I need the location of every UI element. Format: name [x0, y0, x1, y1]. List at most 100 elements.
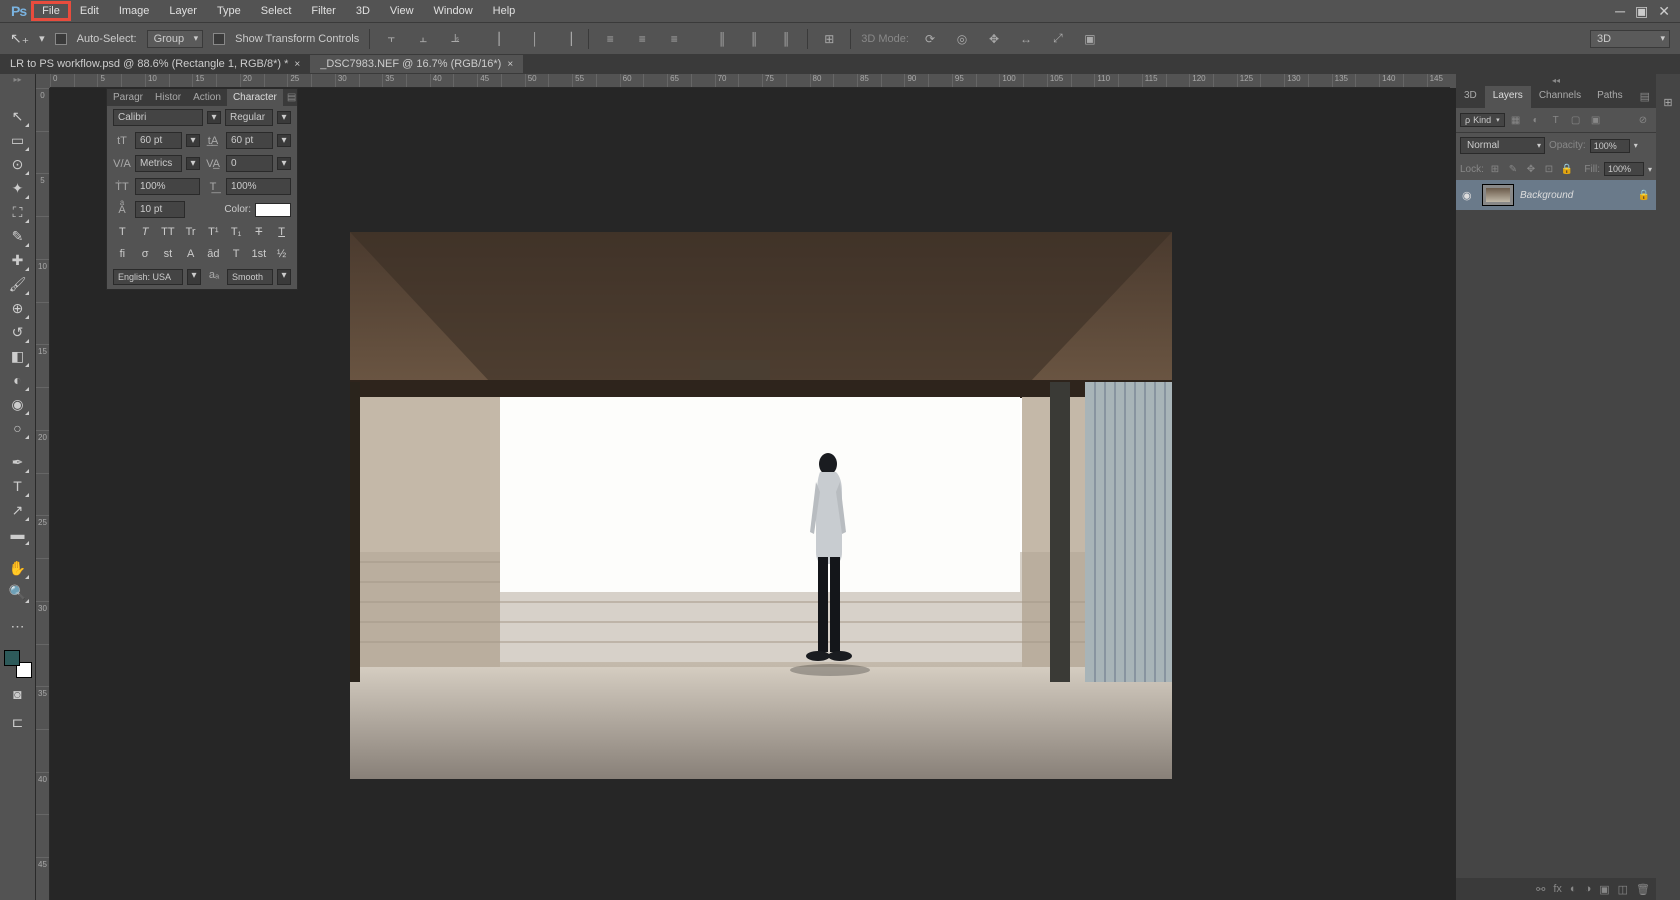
layer-thumbnail[interactable] [1482, 184, 1514, 206]
panel-menu-icon[interactable]: ▤ [1634, 86, 1656, 108]
shape-tool[interactable]: ▬ [6, 522, 30, 546]
filter-type-icon[interactable]: T [1547, 112, 1565, 128]
quick-mask-icon[interactable]: ◙ [6, 682, 30, 706]
lock-all-icon[interactable]: 🔒 [1560, 162, 1574, 176]
filter-smart-icon[interactable]: ▣ [1587, 112, 1605, 128]
move-tool[interactable]: ↖ [6, 104, 30, 128]
marquee-tool[interactable]: ▭ [6, 128, 30, 152]
close-button[interactable]: ✕ [1658, 3, 1670, 20]
tab-actions[interactable]: Action [187, 89, 227, 106]
brush-tool[interactable]: 🖌 [6, 272, 30, 296]
eraser-tool[interactable]: ◧ [6, 344, 30, 368]
hand-tool[interactable]: ✋ [6, 556, 30, 580]
edit-toolbar-icon[interactable]: ⋯ [6, 614, 30, 638]
3d-slide-icon[interactable]: ↔ [1015, 28, 1037, 50]
screen-mode-icon[interactable]: ⊏ [6, 710, 30, 734]
distribute-hcenter-icon[interactable]: ║ [743, 28, 765, 50]
type-style-btn-3[interactable]: Tr [179, 223, 202, 241]
tab-3d[interactable]: 3D [1456, 86, 1485, 108]
eyedropper-tool[interactable]: ✎ [6, 224, 30, 248]
color-swatches[interactable] [4, 650, 32, 678]
leading-dd[interactable]: ▾ [277, 134, 291, 147]
hscale-field[interactable]: 100% [226, 178, 291, 195]
document-tab-1[interactable]: LR to PS workflow.psd @ 88.6% (Rectangle… [0, 55, 310, 73]
type-style-btn-1[interactable]: T [134, 223, 157, 241]
opacity-field[interactable]: 100% [1590, 139, 1630, 153]
document-canvas[interactable] [350, 232, 1172, 779]
align-top-edges-icon[interactable]: ⫟ [380, 28, 402, 50]
layer-name[interactable]: Background [1520, 190, 1632, 201]
tracking-field[interactable]: 0 [226, 155, 273, 172]
tab-channels[interactable]: Channels [1531, 86, 1589, 108]
wand-tool[interactable]: ✦ [6, 176, 30, 200]
menu-type[interactable]: Type [207, 2, 251, 20]
ruler-horizontal[interactable]: 0510152025303540455055606570758085909510… [50, 74, 1450, 88]
blur-tool[interactable]: ◉ [6, 392, 30, 416]
mask-icon[interactable]: ◐ [1570, 883, 1577, 895]
align-bottom-icon[interactable]: ⫡ [444, 28, 466, 50]
opentype-btn-7[interactable]: ½ [270, 245, 293, 263]
font-style-dd[interactable]: ▾ [277, 111, 291, 124]
filter-pixel-icon[interactable]: ▦ [1507, 112, 1525, 128]
tool-preset-dd[interactable]: ▾ [39, 32, 45, 45]
type-style-btn-0[interactable]: T [111, 223, 134, 241]
show-transform-checkbox[interactable] [213, 33, 225, 45]
lock-position-icon[interactable]: ✥ [1524, 162, 1538, 176]
panel-menu-icon[interactable]: ▤ [283, 89, 300, 106]
menu-help[interactable]: Help [483, 2, 526, 20]
distribute-vcenter-icon[interactable]: ≡ [631, 28, 653, 50]
gradient-tool[interactable]: ◐ [6, 368, 30, 392]
3d-pan-icon[interactable]: ✥ [983, 28, 1005, 50]
panel-collapse-grip[interactable]: ◂◂ [1456, 74, 1656, 86]
menu-edit[interactable]: Edit [70, 2, 109, 20]
align-hcenter-icon[interactable]: │ [524, 28, 546, 50]
blend-mode-dropdown[interactable]: Normal [1460, 137, 1545, 154]
distribute-top-icon[interactable]: ≡ [599, 28, 621, 50]
maximize-button[interactable]: ▣ [1635, 3, 1648, 20]
vscale-field[interactable]: 100% [135, 178, 200, 195]
opentype-btn-4[interactable]: ād [202, 245, 225, 263]
baseline-field[interactable]: 10 pt [135, 201, 185, 218]
document-tab-2[interactable]: _DSC7983.NEF @ 16.7% (RGB/16*) × [310, 55, 523, 73]
filter-shape-icon[interactable]: ▢ [1567, 112, 1585, 128]
lock-icon[interactable]: 🔒 [1638, 190, 1650, 201]
font-style-field[interactable]: Regular [225, 109, 273, 126]
group-icon[interactable]: ▣ [1599, 883, 1609, 896]
menu-image[interactable]: Image [109, 2, 160, 20]
anti-alias-field[interactable]: Smooth [227, 269, 273, 285]
font-family-field[interactable]: Calibri [113, 109, 203, 126]
minimize-button[interactable]: ─ [1615, 3, 1625, 20]
opentype-btn-2[interactable]: st [157, 245, 180, 263]
kerning-field[interactable]: Metrics [135, 155, 182, 172]
leading-field[interactable]: 60 pt [226, 132, 273, 149]
filter-adjust-icon[interactable]: ◐ [1527, 112, 1545, 128]
stamp-tool[interactable]: ⊕ [6, 296, 30, 320]
link-layers-icon[interactable]: ⚯ [1536, 883, 1545, 896]
fill-field[interactable]: 100% [1604, 162, 1644, 176]
adjustment-icon[interactable]: ◑ [1585, 883, 1592, 895]
lock-transparent-icon[interactable]: ⊞ [1488, 162, 1502, 176]
lock-artboard-icon[interactable]: ⊡ [1542, 162, 1556, 176]
close-tab-icon[interactable]: × [294, 59, 300, 70]
font-size-field[interactable]: 60 pt [135, 132, 182, 149]
layer-list[interactable]: ◉ Background 🔒 [1456, 180, 1656, 878]
tab-character[interactable]: Character [227, 89, 283, 106]
type-style-btn-2[interactable]: TT [157, 223, 180, 241]
auto-select-dropdown[interactable]: Group [147, 30, 204, 48]
font-family-dd[interactable]: ▾ [207, 111, 221, 124]
lasso-tool[interactable]: ⊙ [6, 152, 30, 176]
close-tab-icon[interactable]: × [507, 59, 513, 70]
opentype-btn-6[interactable]: 1st [248, 245, 271, 263]
menu-layer[interactable]: Layer [159, 2, 207, 20]
font-size-dd[interactable]: ▾ [186, 134, 200, 147]
tab-history[interactable]: Histor [149, 89, 187, 106]
fill-dd-icon[interactable]: ▾ [1648, 165, 1652, 174]
align-right-icon[interactable]: ▕ [556, 28, 578, 50]
menu-3d[interactable]: 3D [346, 2, 380, 20]
distribute-bottom-icon[interactable]: ≡ [663, 28, 685, 50]
tab-paragraph[interactable]: Paragr [107, 89, 149, 106]
menu-filter[interactable]: Filter [301, 2, 345, 20]
3d-orbit-icon[interactable]: ⟳ [919, 28, 941, 50]
dodge-tool[interactable]: ○ [6, 416, 30, 440]
auto-select-checkbox[interactable] [55, 33, 67, 45]
